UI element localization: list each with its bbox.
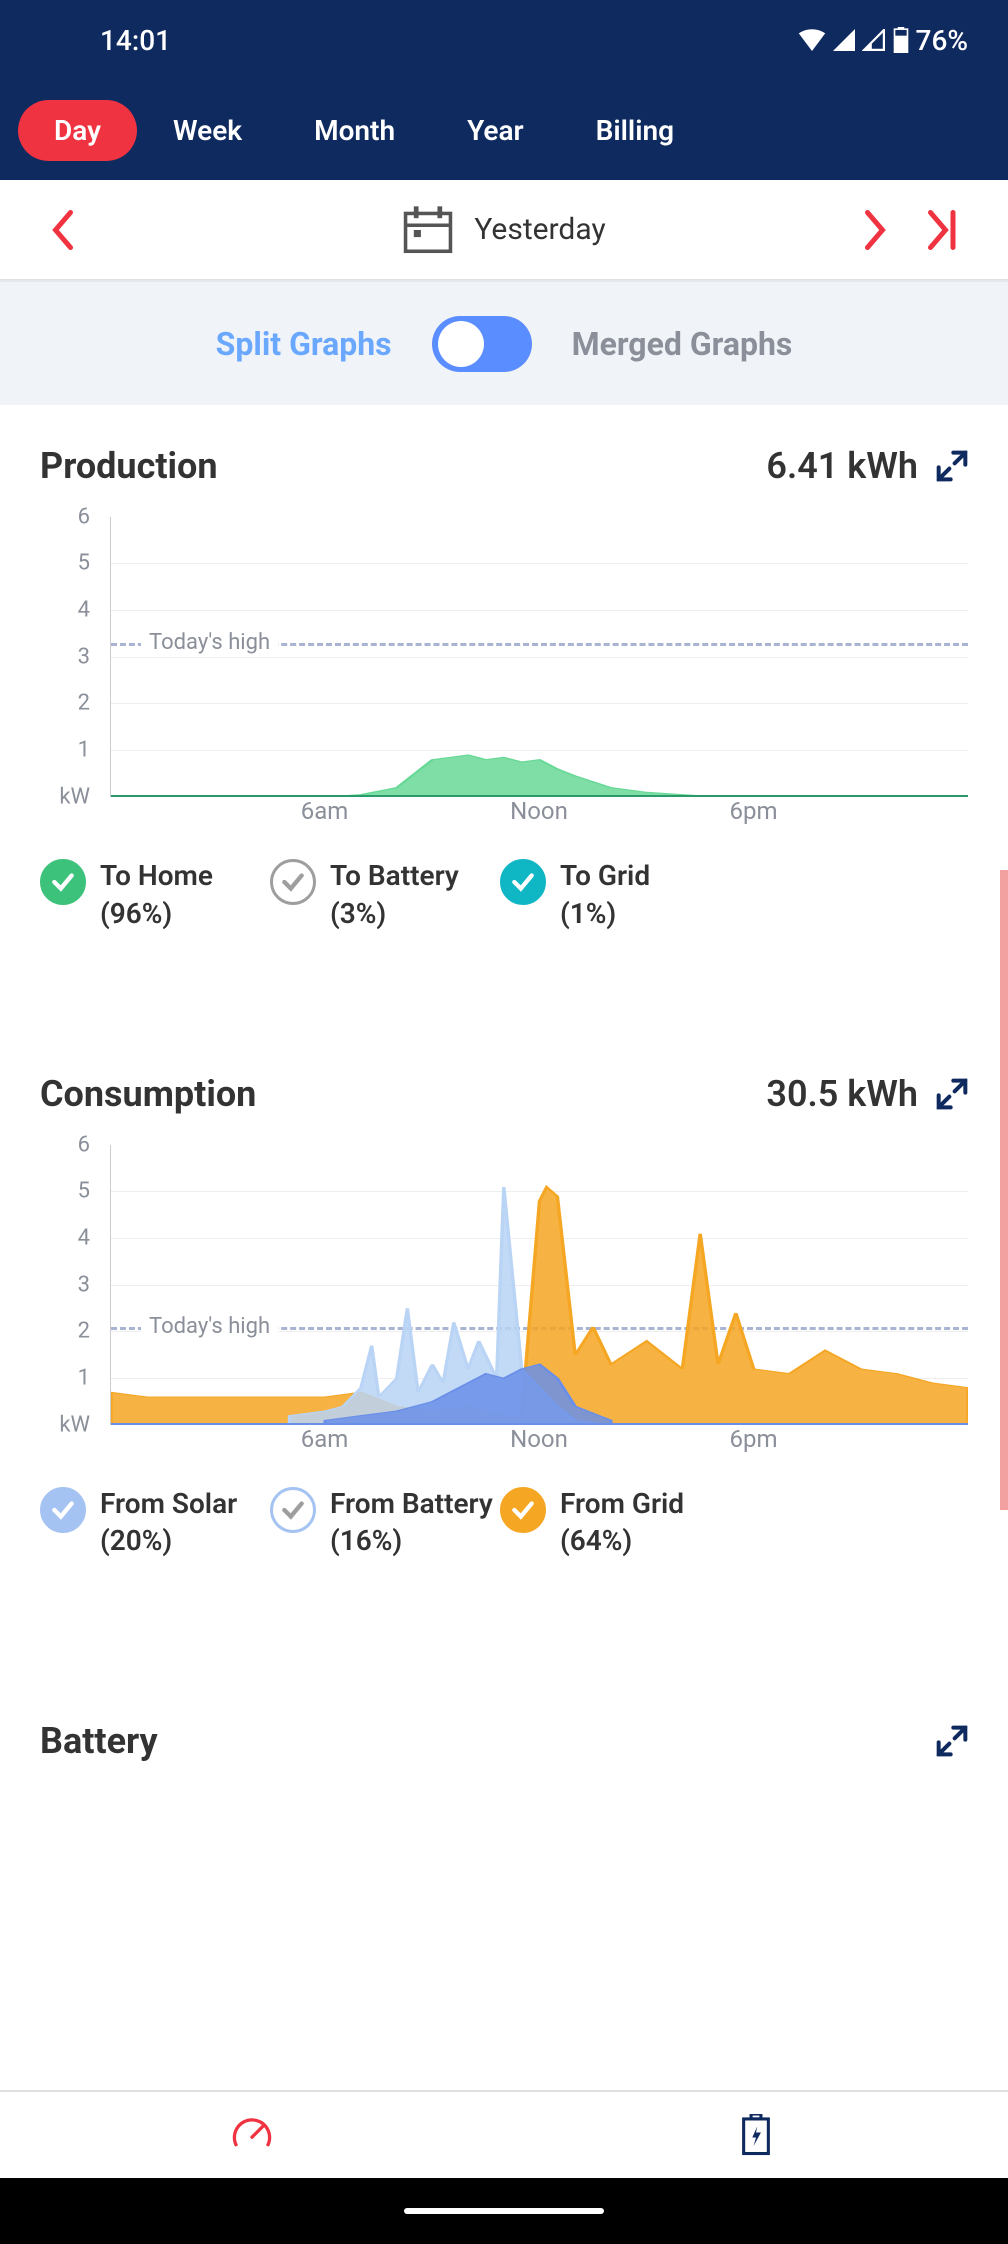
status-bar: 14:01 76% xyxy=(0,0,1008,80)
consumption-value: 30.5 kWh xyxy=(766,1073,918,1115)
consumption-chart[interactable]: 654321kW Today's high 6amNoon6pm xyxy=(40,1145,968,1465)
tab-billing[interactable]: Billing xyxy=(560,100,710,161)
date-navigator: Yesterday xyxy=(0,180,1008,280)
status-icons: 76% xyxy=(798,24,968,57)
consumption-legend-item[interactable]: From Grid(64%) xyxy=(500,1485,730,1561)
graph-mode-toggle: Split Graphs Merged Graphs xyxy=(0,280,1008,405)
tab-day[interactable]: Day xyxy=(18,100,137,161)
production-section: Production 6.41 kWh 654321kW Today's hig… xyxy=(0,405,1008,953)
signal-icon xyxy=(832,29,856,51)
battery-icon xyxy=(892,27,910,53)
wifi-icon xyxy=(798,29,826,51)
prev-day-button[interactable] xyxy=(50,210,76,250)
calendar-icon xyxy=(402,206,454,254)
production-chart[interactable]: 654321kW Today's high 6amNoon6pm xyxy=(40,517,968,837)
production-title: Production xyxy=(40,445,218,487)
nav-battery-button[interactable] xyxy=(504,2092,1008,2178)
consumption-section: Consumption 30.5 kWh 654321kW Today's hi… xyxy=(0,1033,1008,1581)
battery-pct: 76% xyxy=(916,24,968,57)
production-legend-item[interactable]: To Grid(1%) xyxy=(500,857,730,933)
date-label: Yesterday xyxy=(474,212,605,247)
signal-icon-2 xyxy=(862,29,886,51)
consumption-legend: From Solar(20%)From Battery(16%)From Gri… xyxy=(40,1485,968,1581)
status-time: 14:01 xyxy=(100,24,171,57)
consumption-legend-item[interactable]: From Solar(20%) xyxy=(40,1485,270,1561)
tab-month[interactable]: Month xyxy=(278,100,431,161)
merged-graphs-label[interactable]: Merged Graphs xyxy=(572,325,793,363)
expand-icon[interactable] xyxy=(936,1725,968,1757)
battery-section: Battery xyxy=(0,1680,1008,1762)
consumption-legend-item[interactable]: From Battery(16%) xyxy=(270,1485,500,1561)
expand-icon[interactable] xyxy=(936,1078,968,1110)
expand-icon[interactable] xyxy=(936,450,968,482)
battery-nav-icon xyxy=(740,2114,772,2156)
battery-title: Battery xyxy=(40,1720,158,1762)
production-legend-item[interactable]: To Battery(3%) xyxy=(270,857,500,933)
production-value: 6.41 kWh xyxy=(766,445,918,487)
next-day-button[interactable] xyxy=(862,210,888,250)
graph-mode-switch[interactable] xyxy=(432,316,532,372)
production-legend-item[interactable]: To Home(96%) xyxy=(40,857,270,933)
production-legend: To Home(96%)To Battery(3%)To Grid(1%) xyxy=(40,857,968,953)
split-graphs-label[interactable]: Split Graphs xyxy=(216,325,392,363)
tab-year[interactable]: Year xyxy=(431,100,560,161)
consumption-title: Consumption xyxy=(40,1073,256,1115)
period-tabs: Day Week Month Year Billing xyxy=(0,80,1008,180)
bottom-nav xyxy=(0,2090,1008,2178)
tab-week[interactable]: Week xyxy=(137,100,278,161)
nav-dashboard-button[interactable] xyxy=(0,2092,504,2178)
jump-latest-button[interactable] xyxy=(928,210,958,250)
system-nav-bar xyxy=(0,2178,1008,2244)
gauge-icon xyxy=(230,2113,274,2157)
